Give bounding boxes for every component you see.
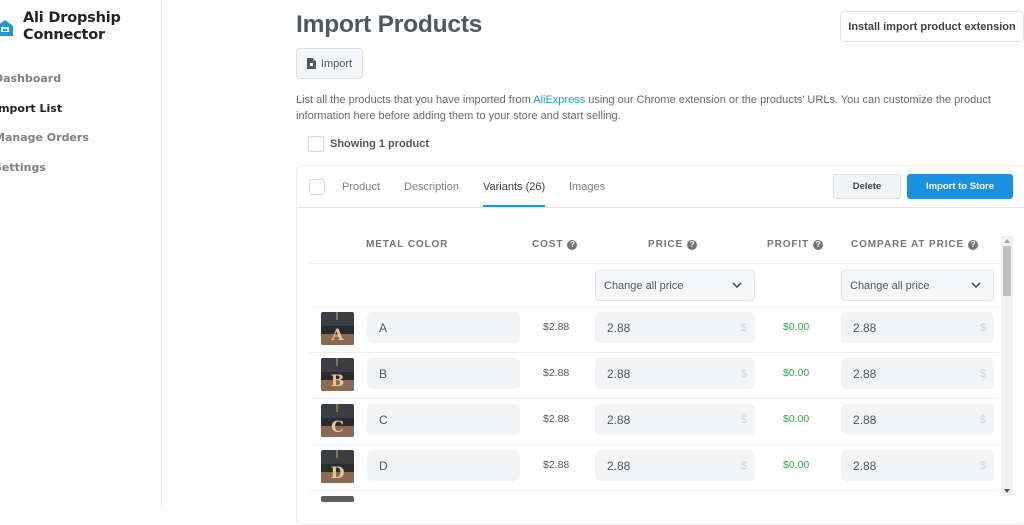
variant-price-input[interactable]: 2.88$ [595,358,755,389]
variant-profit: $0.00 [783,367,809,379]
variant-name-input[interactable]: D [367,450,520,481]
pendant-image-icon: C [321,404,354,437]
chevron-down-icon [971,280,981,290]
column-header-profit: PROFIT? [767,239,823,250]
help-icon[interactable]: ? [567,240,577,250]
variant-compare-price-input[interactable]: 2.88$ [841,312,994,343]
sidebar-item-import-list[interactable]: Import List [0,102,89,132]
tab-images[interactable]: Images [569,181,605,193]
showing-count: Showing 1 product [330,138,429,150]
svg-text:B: B [331,371,345,390]
divider [309,352,999,353]
variant-cost: $2.88 [543,459,569,471]
currency-suffix: $ [980,460,986,472]
column-header-metal-color: METAL COLOR [366,239,448,250]
store-icon [0,19,14,37]
select-all-row: Showing 1 product [308,136,429,152]
variant-compare-price-input[interactable]: 2.88$ [841,358,994,389]
variant-cost: $2.88 [543,367,569,379]
file-import-icon [307,58,316,69]
page-description: List all the products that you have impo… [296,92,996,124]
scroll-up-arrow[interactable] [1004,239,1010,243]
divider [309,398,999,399]
variant-cost: $2.88 [543,413,569,425]
help-icon[interactable]: ? [968,240,978,250]
import-button[interactable]: Import [296,48,363,79]
main-content: Import Products Install import product e… [163,0,1024,509]
select-all-checkbox[interactable] [308,136,324,152]
chevron-down-icon [732,280,742,290]
variant-profit: $0.00 [783,413,809,425]
svg-text:C: C [331,417,344,436]
sidebar-item-manage-orders[interactable]: Manage Orders [0,131,89,161]
divider [309,490,999,491]
variant-name-input[interactable]: B [367,358,520,389]
variant-name-input[interactable]: C [367,404,520,435]
divider [309,307,999,308]
sidebar-nav: Dashboard Import List Manage Orders Sett… [0,72,89,190]
currency-suffix: $ [741,322,747,334]
variant-compare-price-input[interactable]: 2.88$ [841,404,994,435]
variants-scrollbar[interactable] [1001,236,1013,496]
variant-thumbnail [321,496,354,502]
change-all-compare-price-select[interactable]: Change all price [841,270,994,301]
column-header-compare-at-price: COMPARE AT PRICE? [851,239,978,250]
variant-price-input[interactable]: 2.88$ [595,404,755,435]
scroll-thumb[interactable] [1003,246,1011,296]
product-card: Product Description Variants (26) Images… [296,165,1024,525]
import-to-store-button[interactable]: Import to Store [907,174,1013,199]
variant-profit: $0.00 [783,321,809,333]
tab-description[interactable]: Description [404,181,459,193]
help-icon[interactable]: ? [813,240,823,250]
product-tabs: Product Description Variants (26) Images… [297,166,1024,208]
pendant-image-icon: D [321,450,354,483]
svg-text:A: A [330,325,344,344]
page-title: Import Products [296,11,482,39]
tab-variants[interactable]: Variants (26) [483,181,545,193]
sidebar-item-settings[interactable]: Settings [0,161,89,191]
brand-name: Ali Dropship Connector [23,10,121,44]
product-checkbox[interactable] [309,179,325,195]
currency-suffix: $ [980,322,986,334]
variant-thumbnail: A [321,312,354,345]
currency-suffix: $ [741,414,747,426]
pendant-image-icon: A [321,312,354,345]
active-tab-indicator [483,205,545,207]
variant-thumbnail: D [321,450,354,483]
divider [309,263,999,264]
variant-name-input[interactable]: A [367,312,520,343]
delete-button[interactable]: Delete [833,174,901,199]
sidebar: Ali Dropship Connector Dashboard Import … [0,0,162,509]
scroll-down-arrow[interactable] [1004,489,1010,493]
aliexpress-link[interactable]: AliExpress [533,94,585,106]
currency-suffix: $ [980,414,986,426]
install-extension-button[interactable]: Install import product extension [840,11,1024,42]
brand[interactable]: Ali Dropship Connector [0,10,121,44]
variant-thumbnail: C [321,404,354,437]
help-icon[interactable]: ? [687,240,697,250]
variant-compare-price-input[interactable]: 2.88$ [841,450,994,481]
currency-suffix: $ [741,460,747,472]
variant-profit: $0.00 [783,459,809,471]
currency-suffix: $ [980,368,986,380]
divider [309,444,999,445]
svg-text:D: D [331,463,345,482]
pendant-image-icon: B [321,358,354,391]
variant-cost: $2.88 [543,321,569,333]
sidebar-item-dashboard[interactable]: Dashboard [0,72,89,102]
tab-product[interactable]: Product [342,181,380,193]
currency-suffix: $ [741,368,747,380]
variant-thumbnail: B [321,358,354,391]
column-header-cost: COST? [532,239,577,250]
change-all-price-select[interactable]: Change all price [595,270,755,301]
variant-price-input[interactable]: 2.88$ [595,450,755,481]
variant-price-input[interactable]: 2.88$ [595,312,755,343]
column-header-price: PRICE? [648,239,697,250]
import-button-label: Import [321,58,352,70]
